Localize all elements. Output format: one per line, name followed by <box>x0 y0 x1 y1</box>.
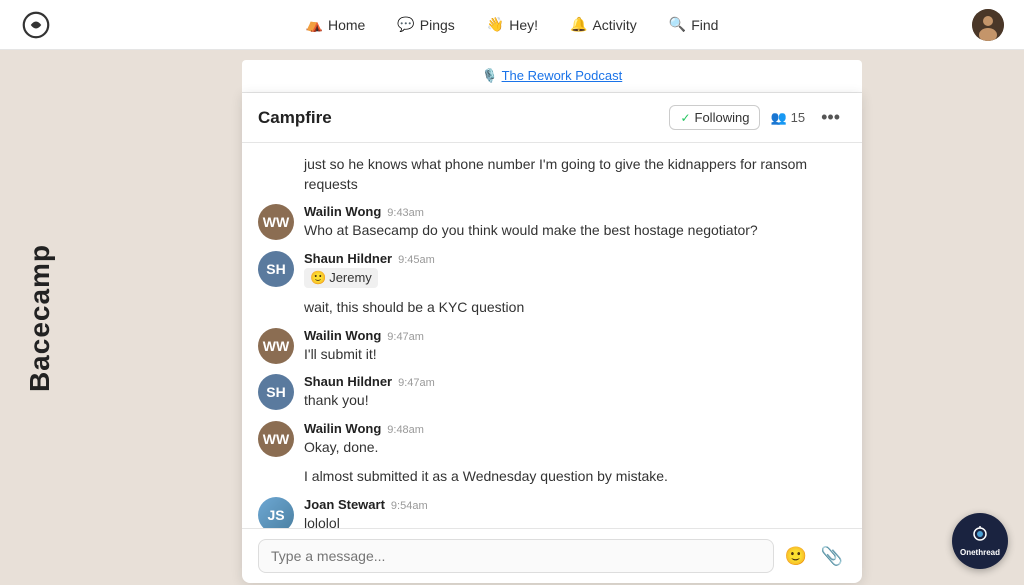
message-meta-5: Wailin Wong 9:47am <box>304 328 846 343</box>
message-group-7: WW Wailin Wong 9:48am Okay, done. <box>258 421 846 458</box>
home-icon: ⛺ <box>306 16 323 33</box>
nav-pings-label: Pings <box>420 17 455 33</box>
message-continuation-1: just so he knows what phone number I'm g… <box>258 155 846 194</box>
message-content-9: Joan Stewart 9:54am lololol <box>304 497 846 528</box>
more-button[interactable]: ••• <box>815 105 846 130</box>
message-author-5: Wailin Wong <box>304 328 381 343</box>
message-time-3: 9:45am <box>398 254 435 266</box>
sidebar-label: Bacecamp <box>0 50 80 585</box>
nav-item-hey[interactable]: 👋 Hey! <box>475 10 550 39</box>
message-meta-2: Wailin Wong 9:43am <box>304 204 846 219</box>
avatar-wailin-2: WW <box>258 328 294 364</box>
attachment-button[interactable]: 📎 <box>818 542 846 570</box>
chat-input-area: 🙂 📎 <box>242 528 862 583</box>
message-meta-6: Shaun Hildner 9:47am <box>304 374 846 389</box>
onethread-label: Onethread <box>960 548 1000 557</box>
badge-text: Jeremy <box>329 269 372 287</box>
members-icon: 👥 <box>770 110 786 126</box>
podcast-icon: 🎙️ <box>482 68 498 83</box>
message-time-9: 9:54am <box>391 500 428 512</box>
chat-window: Campfire ✓ Following 👥 15 ••• just so he… <box>242 93 862 583</box>
message-text-9: lololol <box>304 514 846 528</box>
emoji-icon: 🙂 <box>785 546 807 567</box>
message-author-2: Wailin Wong <box>304 204 381 219</box>
sidebar-text: Bacecamp <box>24 243 56 391</box>
nav-items: ⛺ Home 💬 Pings 👋 Hey! 🔔 Activity 🔍 Find <box>294 10 731 39</box>
message-author-6: Shaun Hildner <box>304 374 392 389</box>
avatar-shaun-2: SH <box>258 374 294 410</box>
avatar-wailin-1: WW <box>258 204 294 240</box>
chat-header-actions: ✓ Following 👥 15 ••• <box>669 105 846 130</box>
chat-header: Campfire ✓ Following 👥 15 ••• <box>242 93 862 143</box>
nav-find-label: Find <box>691 17 718 33</box>
message-input[interactable] <box>258 539 774 573</box>
face-icon: 🙂 <box>310 269 326 287</box>
chat-messages[interactable]: just so he knows what phone number I'm g… <box>242 143 862 528</box>
attachment-icon: 📎 <box>821 546 843 567</box>
members-count: 15 <box>791 110 805 125</box>
follow-button[interactable]: ✓ Following <box>669 105 760 130</box>
message-time-5: 9:47am <box>387 331 424 343</box>
nav-item-home[interactable]: ⛺ Home <box>294 10 378 39</box>
activity-icon: 🔔 <box>570 16 587 33</box>
message-author-7: Wailin Wong <box>304 421 381 436</box>
message-group-2: WW Wailin Wong 9:43am Who at Basecamp do… <box>258 204 846 241</box>
user-avatar[interactable] <box>972 9 1004 41</box>
message-text-3: 🙂 Jeremy <box>304 268 846 288</box>
message-time-6: 9:47am <box>398 377 435 389</box>
message-author-9: Joan Stewart <box>304 497 385 512</box>
members-button[interactable]: 👥 15 <box>770 110 805 126</box>
message-continuation-4: wait, this should be a KYC question <box>258 298 846 318</box>
message-continuation-8: I almost submitted it as a Wednesday que… <box>258 467 846 487</box>
emoji-button[interactable]: 🙂 <box>782 542 810 570</box>
message-author-3: Shaun Hildner <box>304 251 392 266</box>
nav-item-pings[interactable]: 💬 Pings <box>385 10 466 39</box>
message-text: I almost submitted it as a Wednesday que… <box>304 468 668 484</box>
message-content-3: Shaun Hildner 9:45am 🙂 Jeremy <box>304 251 846 288</box>
message-time-7: 9:48am <box>387 424 424 436</box>
message-text-6: thank you! <box>304 391 846 411</box>
hey-icon: 👋 <box>487 16 504 33</box>
onethread-badge[interactable]: Onethread <box>952 513 1008 569</box>
message-content-7: Wailin Wong 9:48am Okay, done. <box>304 421 846 458</box>
check-icon: ✓ <box>680 111 690 125</box>
more-icon: ••• <box>821 107 840 127</box>
follow-label: Following <box>695 110 750 125</box>
message-text-7: Okay, done. <box>304 438 846 458</box>
message-text-2: Who at Basecamp do you think would make … <box>304 221 846 241</box>
message-time-2: 9:43am <box>387 207 424 219</box>
message-text: just so he knows what phone number I'm g… <box>304 156 807 192</box>
podcast-banner: 🎙️ The Rework Podcast <box>242 60 862 93</box>
nav-logo[interactable] <box>20 9 52 41</box>
nav-home-label: Home <box>328 17 365 33</box>
message-group-9: JS Joan Stewart 9:54am lololol <box>258 497 846 528</box>
chat-title: Campfire <box>258 108 332 128</box>
message-text: wait, this should be a KYC question <box>304 299 524 315</box>
nav-item-activity[interactable]: 🔔 Activity <box>558 10 649 39</box>
podcast-link[interactable]: The Rework Podcast <box>502 68 623 83</box>
message-group-5: WW Wailin Wong 9:47am I'll submit it! <box>258 328 846 365</box>
pings-icon: 💬 <box>397 16 414 33</box>
message-text-5: I'll submit it! <box>304 345 846 365</box>
message-meta-7: Wailin Wong 9:48am <box>304 421 846 436</box>
find-icon: 🔍 <box>669 16 686 33</box>
top-nav: ⛺ Home 💬 Pings 👋 Hey! 🔔 Activity 🔍 Find <box>0 0 1024 50</box>
message-content-2: Wailin Wong 9:43am Who at Basecamp do yo… <box>304 204 846 241</box>
message-content-6: Shaun Hildner 9:47am thank you! <box>304 374 846 411</box>
nav-activity-label: Activity <box>592 17 636 33</box>
avatar-shaun-1: SH <box>258 251 294 287</box>
avatar-joan: JS <box>258 497 294 528</box>
message-group-3: SH Shaun Hildner 9:45am 🙂 Jeremy <box>258 251 846 288</box>
nav-hey-label: Hey! <box>509 17 538 33</box>
avatar-wailin-3: WW <box>258 421 294 457</box>
message-meta-9: Joan Stewart 9:54am <box>304 497 846 512</box>
message-content-5: Wailin Wong 9:47am I'll submit it! <box>304 328 846 365</box>
jeremy-badge: 🙂 Jeremy <box>304 268 378 288</box>
message-meta-3: Shaun Hildner 9:45am <box>304 251 846 266</box>
nav-item-find[interactable]: 🔍 Find <box>657 10 731 39</box>
input-actions: 🙂 📎 <box>782 542 846 570</box>
main-area: 🎙️ The Rework Podcast Campfire ✓ Followi… <box>80 50 1024 585</box>
message-group-6: SH Shaun Hildner 9:47am thank you! <box>258 374 846 411</box>
